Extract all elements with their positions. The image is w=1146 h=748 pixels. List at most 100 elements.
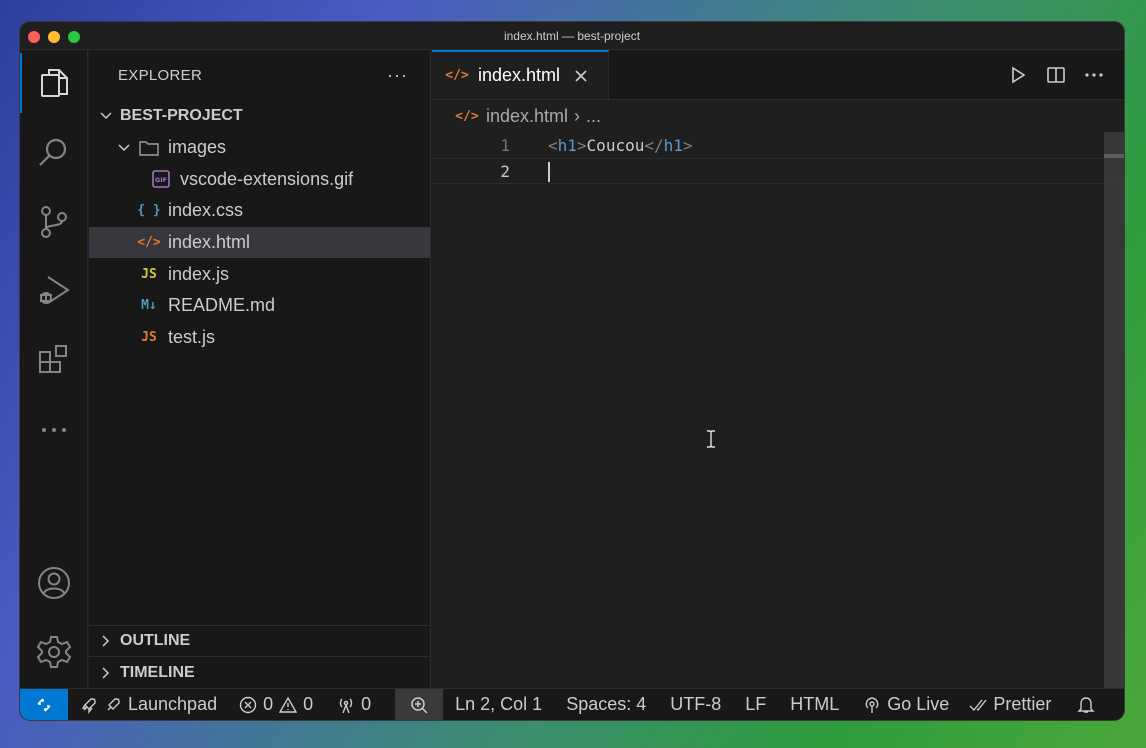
more-activity-button[interactable] <box>20 400 88 460</box>
search-icon <box>39 138 67 166</box>
prettier-label: Prettier <box>993 694 1052 714</box>
remote-indicator[interactable] <box>20 688 68 720</box>
broadcast-icon <box>339 698 353 713</box>
breadcrumb-more[interactable]: ... <box>586 106 601 127</box>
timeline-label: TIMELINE <box>120 663 195 681</box>
explorer-sidebar: EXPLORER ··· BEST-PROJECT images GIF vsc… <box>89 50 431 688</box>
accounts-activity-button[interactable] <box>20 553 88 613</box>
tree-item-test-js[interactable]: JS test.js <box>89 322 430 354</box>
extensions-icon <box>39 345 67 373</box>
eol: LF <box>745 694 767 714</box>
language-status[interactable]: HTML <box>790 694 839 715</box>
cursor-position-status[interactable]: Ln 2, Col 1 <box>455 694 542 715</box>
chevron-down-icon <box>115 139 133 157</box>
tree-item-readme[interactable]: M↓ README.md <box>89 290 430 322</box>
outline-section-header[interactable]: OUTLINE <box>89 624 430 657</box>
run-debug-activity-button[interactable] <box>20 261 88 321</box>
vscode-window: index.html — best-project EXPLORER ··· B… <box>20 22 1124 720</box>
notifications-status[interactable] <box>1077 696 1096 714</box>
js-file-icon: JS <box>141 266 157 282</box>
eol-status[interactable]: LF <box>745 694 766 715</box>
remote-icon <box>37 697 51 712</box>
cursor-position: Ln 2, Col 1 <box>455 694 543 714</box>
prettier-status[interactable]: Prettier <box>969 694 1051 715</box>
ports-status[interactable]: 0 <box>337 694 371 715</box>
indentation-status[interactable]: Spaces: 4 <box>566 694 646 715</box>
encoding-status[interactable]: UTF-8 <box>670 694 721 715</box>
folder-icon <box>138 140 160 156</box>
html-file-icon: </> <box>455 108 479 124</box>
project-folder-header[interactable]: BEST-PROJECT <box>89 100 430 132</box>
more-icon <box>42 428 66 432</box>
search-activity-button[interactable] <box>20 123 88 183</box>
tab-index-html[interactable]: </> index.html <box>432 50 609 99</box>
gif-icon-text: GIF <box>155 176 167 184</box>
launchpad-status[interactable]: Launchpad <box>80 694 217 715</box>
tree-item-index-js[interactable]: JS index.js <box>89 258 430 290</box>
code-editor[interactable]: 1 <h1>Coucou</h1> 2 <box>432 132 1124 184</box>
problems-status[interactable]: 0 0 <box>239 694 313 715</box>
split-editor-icon[interactable] <box>1046 65 1066 85</box>
editor-actions <box>1008 50 1104 100</box>
close-icon <box>575 69 587 82</box>
status-bar: Launchpad 0 0 0 Ln 2, Col 1 Spaces: 4 UT… <box>20 688 1124 720</box>
double-check-icon <box>969 699 987 711</box>
line-number: 2 <box>500 161 510 181</box>
js-file-icon: JS <box>141 330 157 346</box>
extensions-activity-button[interactable] <box>20 330 88 390</box>
tree-item-label: images <box>168 137 227 158</box>
markdown-file-icon: M↓ <box>141 298 157 314</box>
more-actions-icon[interactable] <box>1084 65 1104 85</box>
maximize-window-button[interactable] <box>68 31 80 43</box>
ibeam-cursor-icon <box>707 430 715 448</box>
tree-item-index-html[interactable]: </> index.html <box>89 226 430 259</box>
editor-area: </> index.html </> index.html › ... 1 <h… <box>432 50 1124 688</box>
editor-tabs: </> index.html <box>432 50 1124 100</box>
warnings-count: 0 <box>303 694 314 714</box>
gear-icon <box>36 636 72 668</box>
chevron-down-icon <box>97 107 115 125</box>
go-live-status[interactable]: Go Live <box>863 694 949 715</box>
activity-bar <box>20 50 88 688</box>
scrollbar-cursor-marker <box>1104 154 1124 158</box>
zoom-status[interactable] <box>395 688 444 720</box>
launchpad-label: Launchpad <box>128 694 218 714</box>
explorer-title: EXPLORER <box>118 66 203 84</box>
breadcrumb-file[interactable]: index.html <box>486 106 568 127</box>
line-number: 1 <box>500 135 510 155</box>
files-icon <box>41 69 68 97</box>
tree-item-images-folder[interactable]: images <box>89 132 430 164</box>
run-debug-icon <box>40 276 70 304</box>
tree-item-label: index.css <box>168 200 244 221</box>
tree-item-label: test.js <box>168 327 216 348</box>
sidebar-bottom-panels: OUTLINE TIMELINE <box>89 624 430 688</box>
minimize-window-button[interactable] <box>48 31 60 43</box>
outline-label: OUTLINE <box>120 631 191 649</box>
tree-item-label: index.js <box>168 263 230 284</box>
close-tab-button[interactable] <box>572 67 590 85</box>
source-control-activity-button[interactable] <box>20 192 88 252</box>
tree-item-gif-file[interactable]: GIF vscode-extensions.gif <box>89 163 430 195</box>
gif-file-icon: GIF <box>150 170 172 189</box>
broadcast-icon <box>865 696 879 713</box>
explorer-more-button[interactable]: ··· <box>387 65 408 86</box>
html-file-icon: </> <box>445 68 469 83</box>
explorer-activity-button[interactable] <box>20 53 88 113</box>
rocket-icon <box>81 697 96 714</box>
close-window-button[interactable] <box>28 31 40 43</box>
ports-count: 0 <box>361 694 372 714</box>
tree-item-index-css[interactable]: { } index.css <box>89 195 430 227</box>
tree-item-label: README.md <box>168 295 276 316</box>
run-icon[interactable] <box>1008 65 1028 85</box>
code-line: 1 <h1>Coucou</h1> <box>432 132 1124 158</box>
errors-count: 0 <box>263 694 274 714</box>
tab-label: index.html <box>478 65 561 85</box>
manage-activity-button[interactable] <box>20 622 88 682</box>
timeline-section-header[interactable]: TIMELINE <box>89 656 430 688</box>
editor-scrollbar[interactable] <box>1104 132 1124 688</box>
warning-icon <box>279 696 298 713</box>
title-bar: index.html — best-project <box>20 22 1124 50</box>
source-control-icon <box>41 206 67 238</box>
zoom-icon <box>411 696 428 714</box>
css-file-icon: { } <box>137 203 161 219</box>
